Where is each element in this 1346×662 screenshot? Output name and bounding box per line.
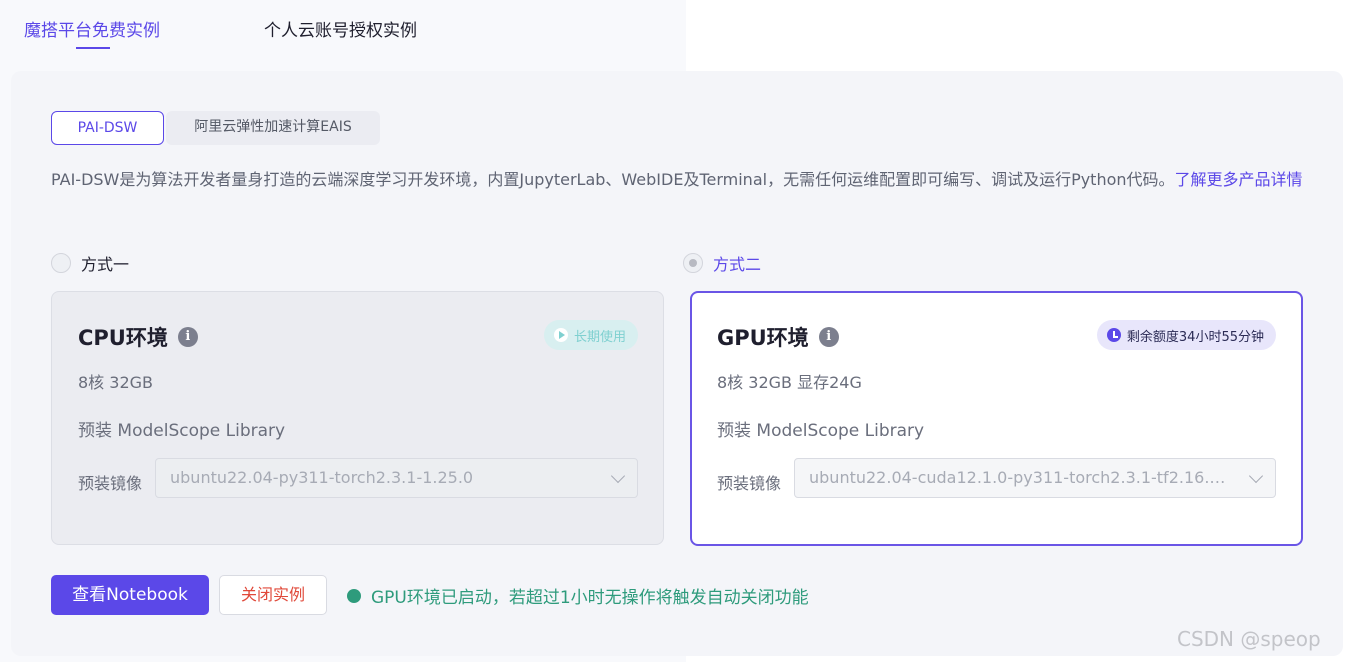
option-one-label: 方式一 <box>81 255 130 274</box>
subtab-pai-dsw[interactable]: PAI-DSW <box>51 111 164 145</box>
description-text: PAI-DSW是为算法开发者量身打造的云端深度学习开发环境，内置JupyterL… <box>51 170 1175 189</box>
cpu-image-value: ubuntu22.04-py311-torch2.3.1-1.25.0 <box>170 468 474 487</box>
option-two-label: 方式二 <box>713 255 762 274</box>
cpu-card-title: CPU环境 i <box>78 322 198 352</box>
option-one-radio[interactable] <box>51 253 71 273</box>
status-dot-icon <box>347 588 361 603</box>
subtab-eais[interactable]: 阿里云弹性加速计算EAIS <box>166 111 380 145</box>
clock-icon <box>1106 328 1121 342</box>
gpu-image-value: ubuntu22.04-cuda12.1.0-py311-torch2.3.1-… <box>809 468 1276 487</box>
watermark: CSDN @speop <box>1177 627 1321 651</box>
gpu-image-select[interactable]: ubuntu22.04-cuda12.1.0-py311-torch2.3.1-… <box>794 458 1276 498</box>
gpu-image-label: 预装镜像 <box>717 474 782 493</box>
info-icon[interactable]: i <box>818 327 839 347</box>
status-message: GPU环境已启动，若超过1小时无操作将触发自动关闭功能 <box>347 583 809 608</box>
cpu-env-card[interactable]: CPU环境 i 长期使用 8核 32GB 预装 ModelScope Libra… <box>51 291 664 545</box>
cpu-image-label: 预装镜像 <box>78 474 143 493</box>
status-text: GPU环境已启动，若超过1小时无操作将触发自动关闭功能 <box>371 588 809 608</box>
gpu-env-card[interactable]: GPU环境 i 剩余额度34小时55分钟 8核 32GB 显存24G 预装 Mo… <box>690 291 1303 546</box>
gpu-title-text: GPU环境 <box>717 326 809 350</box>
active-tab-underline <box>76 47 110 49</box>
gpu-spec: 8核 32GB 显存24G <box>717 373 862 392</box>
tab-free-instance[interactable]: 魔搭平台免费实例 <box>24 16 160 41</box>
option-two-radio[interactable] <box>683 253 703 273</box>
play-icon <box>553 328 568 342</box>
cpu-spec: 8核 32GB <box>78 373 154 392</box>
close-instance-button[interactable]: 关闭实例 <box>219 575 327 615</box>
gpu-card-title: GPU环境 i <box>717 322 839 352</box>
cpu-library: 预装 ModelScope Library <box>78 421 286 441</box>
tab-personal-cloud[interactable]: 个人云账号授权实例 <box>264 16 417 41</box>
cpu-title-text: CPU环境 <box>78 326 168 350</box>
option-one[interactable]: 方式一 <box>51 253 130 274</box>
instance-panel: PAI-DSW 阿里云弹性加速计算EAIS PAI-DSW是为算法开发者量身打造… <box>11 71 1343 656</box>
long-term-badge: 长期使用 <box>543 320 638 350</box>
top-tabs: 魔搭平台免费实例 个人云账号授权实例 <box>0 0 1346 60</box>
view-notebook-button[interactable]: 查看Notebook <box>51 575 209 615</box>
info-icon[interactable]: i <box>177 327 198 347</box>
remaining-quota-badge: 剩余额度34小时55分钟 <box>1096 320 1276 350</box>
cpu-image-select[interactable]: ubuntu22.04-py311-torch2.3.1-1.25.0 <box>155 458 638 498</box>
learn-more-link[interactable]: 了解更多产品详情 <box>1175 170 1303 189</box>
remaining-quota-text: 剩余额度34小时55分钟 <box>1126 329 1264 345</box>
option-two[interactable]: 方式二 <box>683 253 762 274</box>
long-term-badge-text: 长期使用 <box>573 329 626 345</box>
gpu-library: 预装 ModelScope Library <box>717 421 925 441</box>
chevron-down-icon <box>610 468 626 484</box>
product-description: PAI-DSW是为算法开发者量身打造的云端深度学习开发环境，内置JupyterL… <box>51 167 1305 193</box>
